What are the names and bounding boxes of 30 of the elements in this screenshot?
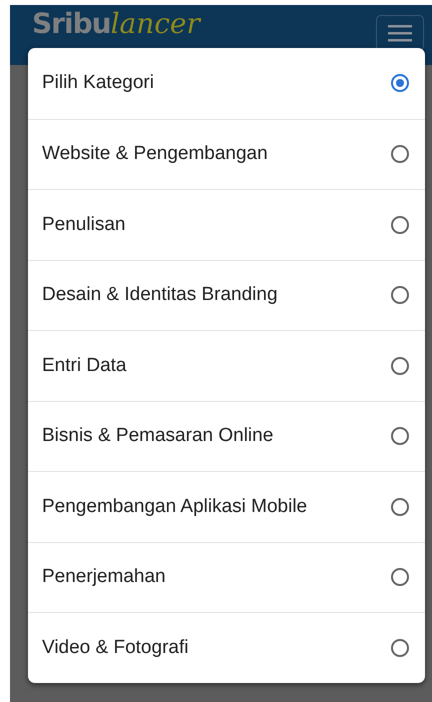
category-option[interactable]: Penerjemahan <box>28 542 425 612</box>
category-option[interactable]: Bisnis & Pemasaran Online <box>28 400 425 471</box>
option-label: Desain & Identitas Branding <box>42 284 278 306</box>
option-label: Penerjemahan <box>42 566 166 588</box>
category-option[interactable]: Pilih Kategori <box>28 48 425 118</box>
radio-button[interactable] <box>391 498 409 516</box>
radio-button[interactable] <box>391 356 409 375</box>
option-label: Video & Fotografi <box>42 636 188 659</box>
logo-script-text: lancer <box>110 7 200 40</box>
category-option[interactable]: Desain & Identitas Branding <box>28 260 425 330</box>
radio-button[interactable] <box>391 638 409 657</box>
category-option[interactable]: Video & Fotografi <box>28 612 425 682</box>
logo-text: Sribu <box>32 7 111 40</box>
option-label: Entri Data <box>42 354 126 377</box>
option-label: Pengembangan Aplikasi Mobile <box>42 496 308 518</box>
category-option[interactable]: Pengembangan Aplikasi Mobile <box>28 471 425 542</box>
menu-icon <box>388 24 412 42</box>
radio-button[interactable] <box>391 216 409 234</box>
radio-button[interactable] <box>391 568 409 586</box>
radio-button[interactable] <box>391 145 409 164</box>
option-label: Penulisan <box>42 214 126 236</box>
radio-button[interactable] <box>391 427 409 446</box>
option-label: Pilih Kategori <box>42 72 154 94</box>
radio-button[interactable] <box>391 286 409 304</box>
category-option[interactable]: Website & Pengembangan <box>28 118 425 189</box>
category-option[interactable]: Penulisan <box>28 189 425 260</box>
option-label: Bisnis & Pemasaran Online <box>42 425 274 448</box>
radio-button[interactable] <box>391 74 409 92</box>
option-label: Website & Pengembangan <box>42 143 268 166</box>
category-option[interactable]: Entri Data <box>28 330 425 400</box>
